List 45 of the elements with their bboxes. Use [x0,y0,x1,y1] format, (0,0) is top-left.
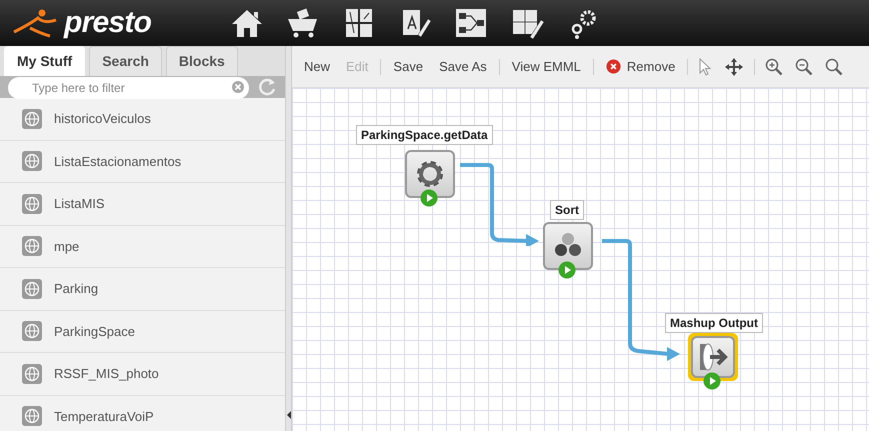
toolbar-button[interactable]: Save As [431,56,495,76]
list-item[interactable]: RSSF_MIS_photo [0,353,285,396]
cart-icon[interactable] [286,7,320,39]
node-label: Sort [550,200,584,220]
toolbar-button[interactable]: View EMML [504,56,589,76]
tab[interactable]: Search [89,46,162,76]
globe-icon [22,321,42,342]
node[interactable] [688,333,738,381]
globe-icon [22,236,42,256]
list-item[interactable]: ParkingSpace [0,310,285,353]
globe-icon [22,278,42,299]
node-label: Mashup Output [665,313,763,333]
filter-field[interactable]: Type here to filter [8,77,249,99]
node[interactable] [543,222,593,270]
pointer-icon[interactable] [698,58,712,76]
globe-icon [22,151,42,172]
node[interactable] [405,150,455,198]
puzzle-pencil-icon[interactable] [510,7,544,39]
list-item[interactable]: Parking [0,268,285,310]
list-item[interactable]: ListaMIS [0,183,285,226]
node-label: ParkingSpace.getData [356,125,493,145]
tab[interactable]: Blocks [166,46,238,76]
globe-icon [22,364,42,384]
search-icon[interactable] [825,58,844,76]
home-icon[interactable] [230,7,264,39]
globe-icon [22,108,42,129]
toolbar-button[interactable]: Save [385,56,432,76]
play-icon[interactable] [558,261,576,279]
list-item[interactable]: TemperaturaVoiP [0,396,285,431]
toolbar-button[interactable]: New [296,56,338,76]
play-icon[interactable] [703,372,721,390]
globe-icon [22,406,42,426]
zoom-in-icon[interactable] [765,58,784,76]
tab[interactable]: My Stuff [4,46,86,76]
list-item[interactable]: ListaEstacionamentos [0,140,285,183]
flowchart-icon[interactable] [454,7,488,39]
list-item[interactable]: historicoVeiculos [0,98,285,140]
globe-icon [22,194,42,214]
logo-text: presto [64,8,152,38]
zoom-out-icon[interactable] [795,58,814,76]
move-icon[interactable] [724,56,744,76]
remove-icon [606,59,621,74]
remove-button[interactable]: Remove [598,56,684,76]
list-item[interactable]: mpe [0,226,285,268]
play-icon[interactable] [420,189,438,207]
